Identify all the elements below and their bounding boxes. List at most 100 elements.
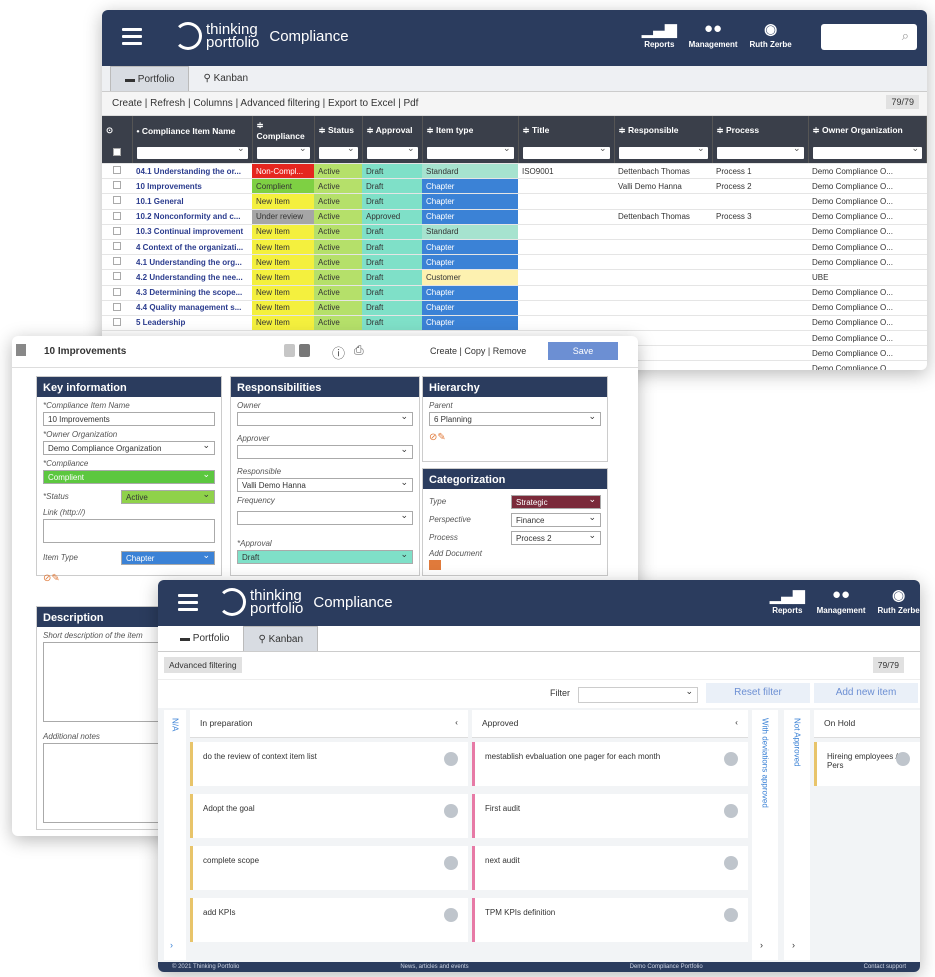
col-title[interactable]: ≑ Title: [518, 116, 615, 145]
kanban-card[interactable]: add KPIs: [190, 898, 468, 942]
kanban-card[interactable]: mestablish evbaluation one pager for eac…: [472, 742, 748, 786]
type-select[interactable]: Strategic: [511, 494, 601, 509]
row-checkbox[interactable]: [102, 224, 132, 240]
collapse-icon[interactable]: ‹: [455, 717, 458, 727]
frequency-select[interactable]: [237, 510, 413, 525]
filter-itemtype[interactable]: [426, 145, 514, 159]
col-itemtype[interactable]: ≑ Item type: [422, 116, 519, 145]
approved-collapse-icon[interactable]: ‹: [735, 717, 738, 727]
kanban-tab-kanban[interactable]: ⚲ Kanban: [243, 626, 319, 651]
kanban-col-not-approved[interactable]: Not Approved ›: [784, 710, 810, 960]
filter-title[interactable]: [522, 145, 610, 159]
cell-name[interactable]: 4 Context of the organizati...: [132, 239, 252, 256]
row-checkbox[interactable]: [102, 239, 132, 256]
col-owner-org[interactable]: ≑ Owner Organization: [808, 116, 927, 145]
kanban-card[interactable]: complete scope: [190, 846, 468, 890]
assignee-avatar-icon[interactable]: [724, 856, 738, 870]
filter-select[interactable]: [578, 686, 698, 703]
kanban-col-na[interactable]: N/A ›: [164, 710, 186, 960]
col-compliance[interactable]: ≑ Compliance: [252, 116, 315, 145]
add-new-item-button[interactable]: Add new item: [814, 683, 918, 703]
col-responsible[interactable]: ≑ Responsible: [614, 116, 713, 145]
kanban-management-button[interactable]: ●● Management: [817, 586, 866, 615]
checkbox[interactable]: [113, 257, 121, 266]
not-approved-expand-icon[interactable]: ›: [792, 940, 795, 950]
responsible-select[interactable]: Valli Demo Hanna: [237, 477, 413, 492]
kanban-card[interactable]: Adopt the goal: [190, 794, 468, 838]
assignee-avatar-icon[interactable]: [444, 856, 458, 870]
notes-field[interactable]: [43, 743, 159, 823]
hierarchy-edit-icon[interactable]: ⊘✎: [429, 432, 601, 443]
kanban-card[interactable]: next audit: [472, 846, 748, 890]
checkbox[interactable]: [113, 317, 121, 326]
filter-approval[interactable]: [366, 145, 418, 159]
filter-owner-org[interactable]: [812, 145, 922, 159]
table-row[interactable]: 4.4 Quality management s... New Item Activ…: [102, 300, 927, 316]
save-button[interactable]: Save: [548, 342, 618, 360]
kanban-card[interactable]: TPM KPIs definition: [472, 898, 748, 942]
assignee-avatar-icon[interactable]: [444, 908, 458, 922]
col-name[interactable]: • Compliance Item Name: [132, 116, 253, 145]
footer-news-link[interactable]: News, articles and events: [400, 964, 468, 970]
assignee-avatar-icon[interactable]: [896, 752, 910, 766]
info-icon[interactable]: ⓘ: [332, 343, 345, 362]
approval-select[interactable]: Draft: [237, 549, 413, 564]
checkbox[interactable]: [113, 287, 121, 296]
checkbox[interactable]: [113, 226, 121, 235]
cell-name[interactable]: 04.1 Understanding the or...: [132, 163, 252, 180]
cell-name[interactable]: 10.2 Nonconformity and c...: [132, 209, 252, 225]
kanban-menu-icon[interactable]: [178, 594, 198, 615]
prev-icon[interactable]: [284, 344, 295, 357]
table-row[interactable]: 10.2 Nonconformity and c... Under review A…: [102, 209, 927, 225]
table-row[interactable]: 10.1 General New Item Active Draft Chapter De…: [102, 193, 927, 210]
na-expand-icon[interactable]: ›: [170, 940, 173, 950]
assignee-avatar-icon[interactable]: [724, 752, 738, 766]
cell-name[interactable]: 4.4 Quality management s...: [132, 300, 252, 316]
reports-button[interactable]: ▁▃▆ Reports: [642, 20, 677, 49]
assignee-avatar-icon[interactable]: [444, 804, 458, 818]
kanban-reports-button[interactable]: ▁▃▆ Reports: [770, 586, 805, 615]
cell-name[interactable]: 5 Leadership: [132, 315, 252, 332]
advanced-filtering-button[interactable]: Advanced filtering: [164, 657, 242, 673]
perspective-select[interactable]: Finance: [511, 512, 601, 527]
pdf-icon[interactable]: ⎙: [354, 343, 364, 358]
status-select[interactable]: Active: [121, 489, 215, 504]
kanban-card[interactable]: do the review of context item list: [190, 742, 468, 786]
name-field[interactable]: 10 Improvements: [43, 412, 215, 426]
process-select[interactable]: Process 2: [511, 530, 601, 545]
kanban-card[interactable]: First audit: [472, 794, 748, 838]
table-row[interactable]: 04.1 Understanding the or... Non-Compl...…: [102, 163, 927, 180]
checkbox[interactable]: [113, 196, 121, 205]
filter-compliance[interactable]: [256, 145, 310, 159]
kanban-col-with-deviations[interactable]: With deviations approved ›: [752, 710, 778, 960]
filter-responsible[interactable]: [618, 145, 708, 159]
table-row[interactable]: 4.3 Determining the scope... New Item Acti…: [102, 285, 927, 301]
checkbox[interactable]: [113, 302, 121, 311]
with-deviations-expand-icon[interactable]: ›: [760, 940, 763, 950]
itemtype-select[interactable]: Chapter: [121, 550, 215, 565]
row-checkbox[interactable]: [102, 315, 132, 332]
add-document-icon[interactable]: [429, 560, 441, 570]
next-icon[interactable]: [299, 344, 310, 357]
owner-select[interactable]: [237, 411, 413, 426]
filter-process[interactable]: [716, 145, 804, 159]
col-process[interactable]: ≑ Process: [712, 116, 809, 145]
filter-name[interactable]: [136, 145, 248, 159]
toolbar-actions[interactable]: Create | Refresh | Columns | Advanced fi…: [112, 98, 418, 109]
table-row[interactable]: 4 Context of the organizati... New Item Ac…: [102, 239, 927, 256]
table-row[interactable]: 5 Leadership New Item Active Draft Chapter De…: [102, 315, 927, 332]
description-field[interactable]: [43, 642, 159, 722]
row-checkbox[interactable]: [102, 269, 132, 286]
row-checkbox[interactable]: [102, 163, 132, 180]
cell-name[interactable]: 10 Improvements: [132, 178, 252, 195]
compliance-select[interactable]: Complient: [43, 469, 215, 484]
parent-select[interactable]: 6 Planning: [429, 411, 601, 426]
select-column-header[interactable]: ⊙: [102, 116, 133, 145]
col-approval[interactable]: ≑ Approval: [362, 116, 423, 145]
table-row[interactable]: 4.2 Understanding the nee... New Item Acti…: [102, 269, 927, 286]
row-checkbox[interactable]: [102, 193, 132, 210]
search-input[interactable]: ⌕: [821, 24, 917, 50]
table-row[interactable]: 10.3 Continual improvement New Item Active…: [102, 224, 927, 240]
kanban-user-button[interactable]: ◉ Ruth Zerbe: [878, 586, 920, 615]
menu-icon[interactable]: [122, 28, 142, 49]
